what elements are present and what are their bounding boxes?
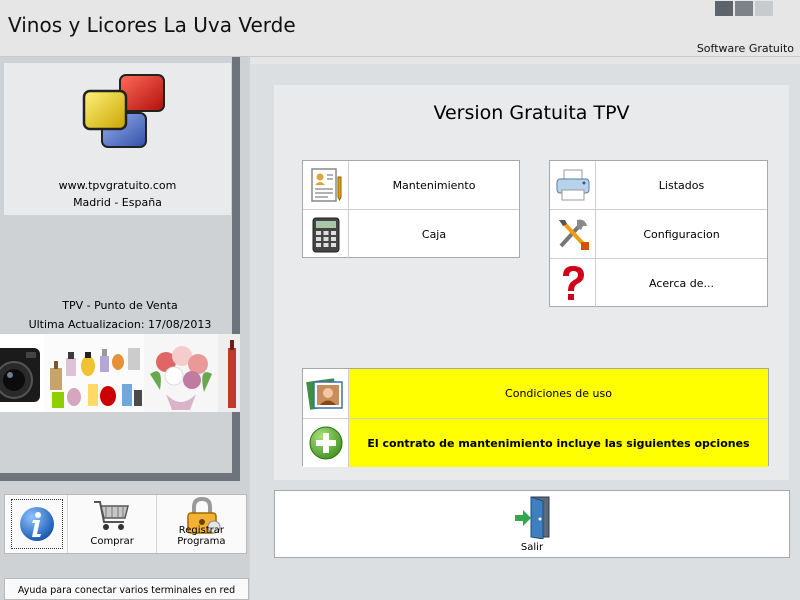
maintenance-contract-label: El contrato de mantenimiento incluye las…: [349, 419, 768, 467]
about-button[interactable]: Acerca de...: [550, 259, 767, 308]
window-square-1[interactable]: [715, 1, 733, 16]
shopping-cart-icon: [94, 501, 130, 530]
register-label: Registrar Programa: [177, 525, 226, 547]
question-icon: [562, 265, 584, 300]
reports-button[interactable]: Listados: [550, 161, 767, 210]
cash-register-button[interactable]: Caja: [303, 210, 519, 259]
reports-label: Listados: [658, 178, 705, 192]
app-title: Vinos y Licores La Uva Verde: [8, 13, 296, 37]
window-controls: [715, 1, 773, 16]
left-toolbar: Comprar Registrar Programa: [4, 494, 247, 554]
city-label: Madrid - España: [73, 196, 162, 209]
yellow-button-group: Condiciones de uso El contrato de manten…: [302, 368, 769, 467]
register-button[interactable]: Registrar Programa: [157, 495, 246, 553]
settings-button[interactable]: Configuracion: [550, 210, 767, 259]
calculator-icon: [312, 217, 339, 252]
btn-icon-cell: [550, 161, 596, 209]
btn-icon-cell: [550, 259, 596, 308]
btn-icon-cell: [303, 419, 349, 467]
network-help-link[interactable]: Ayuda para conectar varios terminales en…: [4, 578, 249, 600]
terms-of-use-button[interactable]: Condiciones de uso: [303, 369, 768, 418]
buy-label: Comprar: [90, 536, 134, 547]
left-button-group: Mantenimiento Caja: [302, 160, 520, 259]
logo-box: www.tpvgratuito.com Madrid - España: [4, 63, 231, 215]
terms-of-use-label: Condiciones de uso: [349, 369, 768, 418]
last-update-label: Ultima Actualizacion: 17/08/2013: [28, 318, 212, 331]
document-icon: [310, 168, 341, 202]
maintenance-button[interactable]: Mantenimiento: [303, 161, 519, 210]
app-header: Vinos y Licores La Uva Verde Software Gr…: [0, 0, 800, 57]
settings-label: Configuracion: [643, 227, 720, 241]
main-title: Version Gratuita TPV: [433, 102, 630, 124]
info-button[interactable]: [5, 495, 69, 553]
camera-image: [0, 334, 44, 412]
website-link[interactable]: www.tpvgratuito.com: [4, 179, 231, 192]
btn-icon-cell: [303, 369, 349, 418]
btn-icon-cell: [303, 210, 349, 259]
buy-button[interactable]: Comprar: [68, 495, 157, 553]
info-icon: [20, 507, 54, 541]
add-icon: [309, 426, 342, 460]
exit-door-icon: [515, 496, 550, 539]
product-photo-strip: [0, 334, 240, 412]
cash-register-label: Caja: [421, 228, 447, 241]
btn-icon-cell: [550, 210, 596, 258]
flowers-image: [144, 334, 218, 412]
about-label: Acerca de...: [649, 277, 714, 290]
printer-icon: [556, 169, 589, 201]
maintenance-contract-button[interactable]: El contrato de mantenimiento incluye las…: [303, 418, 768, 467]
tools-icon: [558, 219, 589, 250]
window-square-3[interactable]: [755, 1, 773, 16]
photo-icon: [305, 377, 343, 410]
tpv-logo-icon: [82, 74, 165, 148]
btn-icon-cell: [303, 161, 349, 209]
app-subtitle: Software Gratuito: [696, 42, 794, 55]
exit-button[interactable]: Salir: [274, 490, 790, 558]
perfumes-image: [44, 334, 144, 412]
maintenance-label: Mantenimiento: [392, 178, 476, 192]
product-label: TPV - Punto de Venta: [62, 299, 178, 312]
bottle-image: [218, 334, 240, 412]
exit-label: Salir: [520, 542, 544, 553]
window-square-2[interactable]: [735, 1, 753, 16]
right-button-group: Listados Configuracion Acerca de...: [549, 160, 768, 308]
